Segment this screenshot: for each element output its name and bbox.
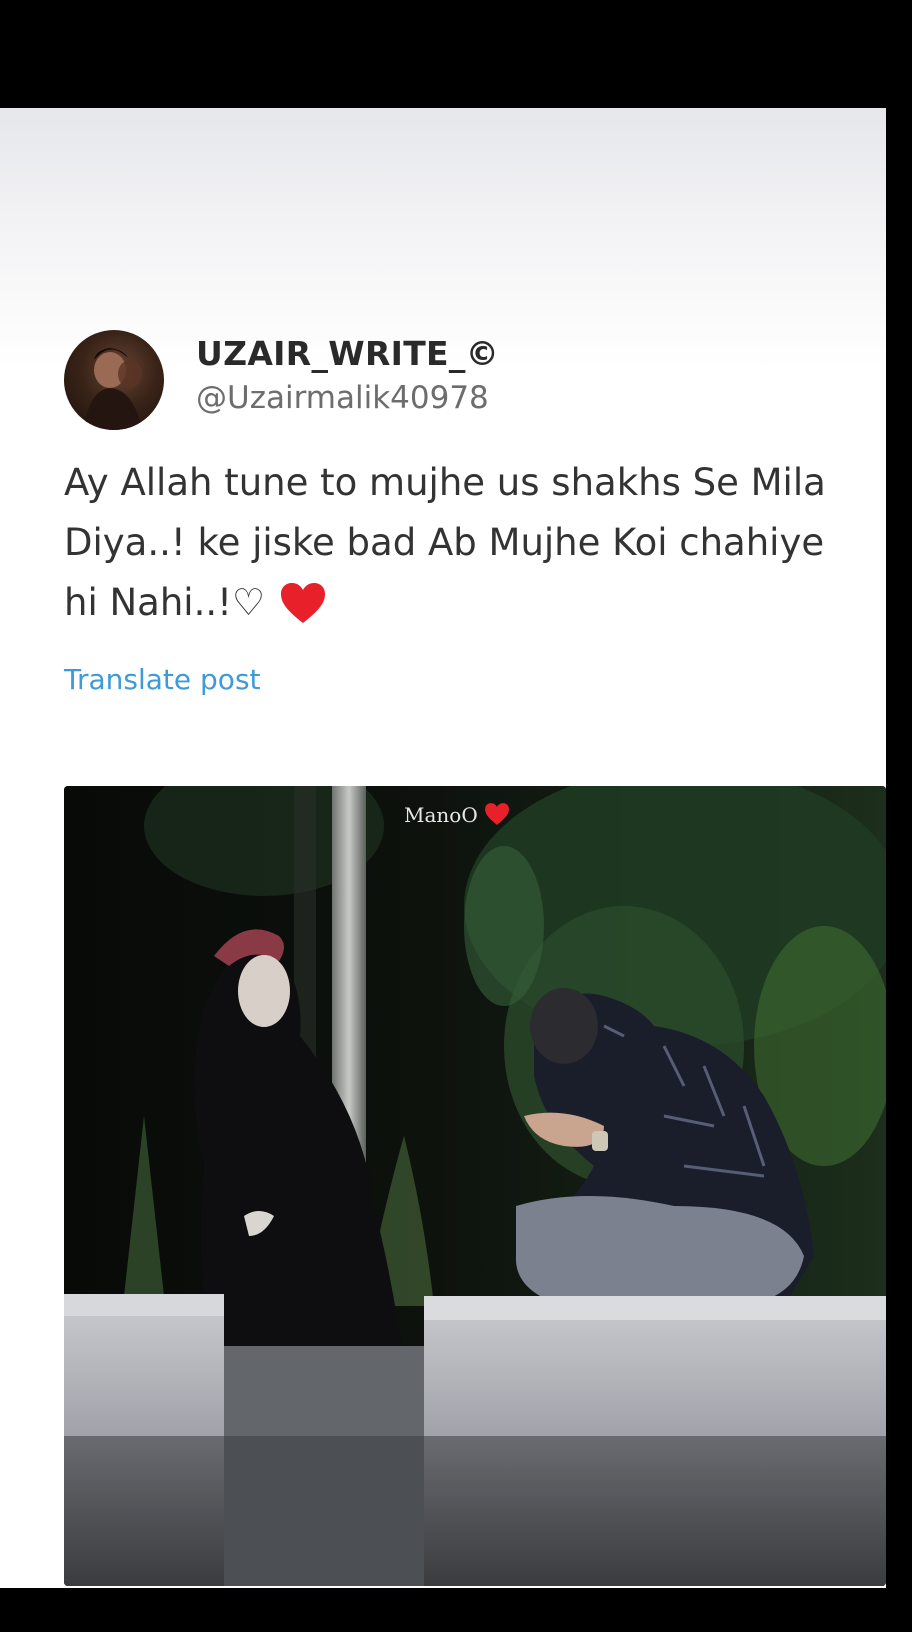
watermark-text: ManoO [404,803,478,827]
profile-photo-icon [84,348,142,430]
display-name[interactable]: UZAIR_WRITE_© [196,334,499,373]
couple-photo [64,786,886,1586]
image-watermark: ManoO [404,802,510,827]
post-image[interactable]: ManoO [64,786,886,1586]
red-heart-icon [484,802,510,826]
screen: UZAIR_WRITE_© @Uzairmalik40978 Ay Allah … [0,0,912,1632]
user-handle[interactable]: @Uzairmalik40978 [196,380,489,416]
post-body: Ay Allah tune to mujhe us shakhs Se Mila… [64,461,826,624]
avatar[interactable] [64,330,164,430]
translate-post-link[interactable]: Translate post [64,663,261,696]
post-text: Ay Allah tune to mujhe us shakhs Se Mila… [64,453,864,643]
red-heart-icon [279,581,327,643]
post-card: UZAIR_WRITE_© @Uzairmalik40978 Ay Allah … [0,108,886,1588]
